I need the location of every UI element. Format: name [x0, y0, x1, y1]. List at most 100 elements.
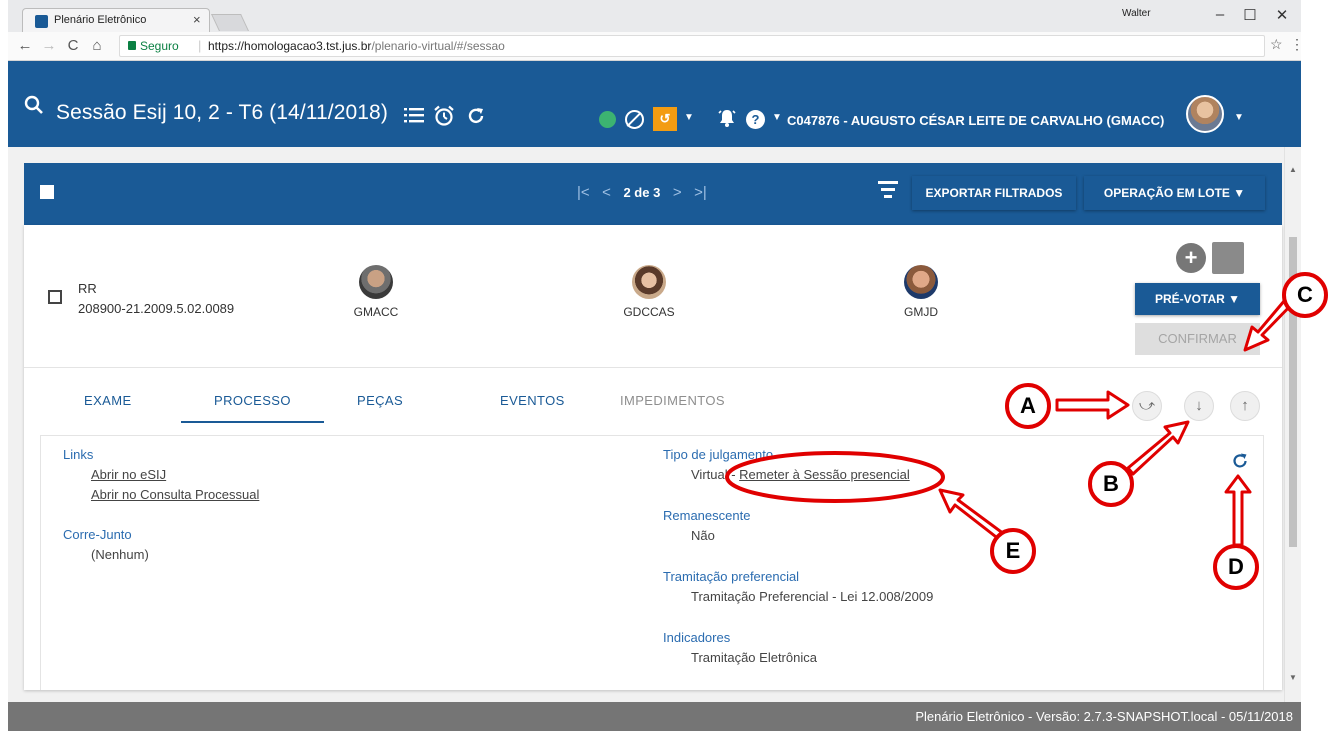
notification-bell-icon[interactable]	[718, 108, 736, 128]
scroll-up-arrow-icon[interactable]: ▲	[1289, 165, 1297, 174]
links-label: Links	[63, 447, 94, 462]
user-name[interactable]: C047876 - AUGUSTO CÉSAR LEITE DE CARVALH…	[787, 113, 1164, 128]
profile-name[interactable]: Walter	[1122, 8, 1151, 19]
judge-avatar	[904, 265, 938, 299]
process-number: 208900-21.2009.5.02.0089	[78, 301, 235, 316]
last-page-icon[interactable]: >|	[694, 184, 707, 201]
process-class: RR	[78, 281, 97, 296]
page-indicator: 2 de 3	[623, 185, 661, 200]
close-window-button[interactable]: ✕	[1272, 6, 1292, 24]
lock-icon	[128, 41, 136, 50]
session-title: Sessão Esij 10, 2 - T6 (14/11/2018)	[56, 101, 388, 124]
judge-code: GMACC	[353, 305, 399, 319]
tramitacao-value: Tramitação Preferencial - Lei 12.008/200…	[691, 589, 934, 604]
annotation-d: D	[1213, 544, 1259, 590]
indicadores-label: Indicadores	[663, 630, 731, 645]
search-icon[interactable]	[24, 95, 44, 115]
tab-impedimentos[interactable]: IMPEDIMENTOS	[620, 393, 725, 408]
open-esij-link[interactable]: Abrir no eSIJ	[91, 467, 166, 482]
color-marker-button[interactable]	[1212, 242, 1244, 274]
add-icon[interactable]: +	[1176, 243, 1206, 273]
first-page-icon[interactable]: |<	[577, 184, 590, 201]
pre-vote-button[interactable]: PRÉ-VOTAR ▼	[1135, 283, 1260, 315]
browser-titlebar: Plenário Eletrônico × Walter – ☐ ✕	[8, 0, 1301, 32]
tab-processo[interactable]: PROCESSO	[214, 393, 291, 408]
scroll-down-arrow-icon[interactable]: ▼	[1289, 673, 1297, 682]
bookmark-star-icon[interactable]: ☆	[1270, 36, 1283, 53]
corre-junto-label: Corre-Junto	[63, 527, 132, 542]
home-icon[interactable]: ⌂	[88, 37, 106, 54]
judge-code: GDCCAS	[623, 305, 675, 319]
reload-icon[interactable]: C	[64, 37, 82, 54]
vertical-scrollbar[interactable]: ▲ ▼	[1284, 147, 1301, 702]
tipo-julgamento-label: Tipo de julgamento	[663, 447, 774, 462]
process-card: RR 208900-21.2009.5.02.0089 GMACC GDCCAS…	[24, 225, 1282, 690]
skip-forward-icon[interactable]: ⤻	[1132, 391, 1162, 421]
refresh-details-icon[interactable]	[1231, 452, 1249, 470]
indicadores-value: Tramitação Eletrônica	[691, 650, 817, 665]
app-header: Sessão Esij 10, 2 - T6 (14/11/2018) ↺ ▼ …	[8, 61, 1301, 147]
judge-avatar	[632, 265, 666, 299]
block-icon[interactable]	[625, 110, 644, 129]
tab-eventos[interactable]: EVENTOS	[500, 393, 565, 408]
app-favicon-icon	[35, 15, 48, 28]
export-filtered-button[interactable]: EXPORTAR FILTRADOS	[912, 176, 1076, 210]
active-tab-indicator	[181, 421, 324, 423]
arrow-up-icon[interactable]: ↑	[1230, 391, 1260, 421]
minimize-button[interactable]: –	[1210, 6, 1230, 23]
help-dropdown-icon[interactable]: ▼	[772, 112, 782, 123]
sync-icon[interactable]: ↺	[653, 107, 677, 131]
pager: |< < 2 de 3 > >|	[577, 184, 707, 201]
alarm-clock-icon[interactable]	[433, 105, 455, 127]
process-checkbox[interactable]	[48, 290, 62, 304]
forward-icon[interactable]: →	[40, 37, 58, 54]
annotation-b: B	[1088, 461, 1134, 507]
remanescente-value: Não	[691, 528, 715, 543]
select-all-checkbox[interactable]	[40, 185, 54, 199]
judge-avatar	[359, 265, 393, 299]
divider	[24, 367, 1282, 368]
annotation-a: A	[1005, 383, 1051, 429]
list-icon[interactable]	[404, 106, 424, 124]
batch-operation-button[interactable]: OPERAÇÃO EM LOTE ▼	[1084, 176, 1265, 210]
browser-tab[interactable]: Plenário Eletrônico ×	[22, 8, 210, 32]
tab-title: Plenário Eletrônico	[54, 14, 147, 26]
process-details-panel: Links Abrir no eSIJ Abrir no Consulta Pr…	[40, 435, 1264, 690]
maximize-button[interactable]: ☐	[1240, 6, 1260, 24]
list-toolbar: |< < 2 de 3 > >| EXPORTAR FILTRADOS OPER…	[24, 163, 1282, 225]
remanescente-label: Remanescente	[663, 508, 751, 523]
url-input[interactable]: Seguro | https://homologacao3.tst.jus.br…	[119, 35, 1265, 57]
arrow-down-icon[interactable]: ↓	[1184, 391, 1214, 421]
corre-junto-value: (Nenhum)	[91, 547, 149, 562]
help-icon[interactable]: ?	[746, 110, 765, 129]
tramitacao-label: Tramitação preferencial	[663, 569, 800, 584]
footer-version: Plenário Eletrônico - Versão: 2.7.3-SNAP…	[8, 702, 1301, 731]
tipo-julgamento-value: Virtual - Remeter à Sessão presencial	[691, 467, 910, 482]
user-avatar[interactable]	[1186, 95, 1224, 133]
open-consulta-link[interactable]: Abrir no Consulta Processual	[91, 487, 259, 502]
url-text: https://homologacao3.tst.jus.br/plenario…	[208, 39, 505, 53]
annotation-c: C	[1282, 272, 1328, 318]
judge-gmacc[interactable]: GMACC	[336, 265, 416, 319]
secure-label: Seguro	[140, 39, 179, 53]
filter-icon[interactable]	[878, 181, 898, 202]
annotation-e: E	[990, 528, 1036, 574]
session-status-icon	[599, 111, 616, 128]
judge-code: GMJD	[904, 305, 938, 319]
tab-pecas[interactable]: PEÇAS	[357, 393, 403, 408]
sync-dropdown-icon[interactable]: ▼	[684, 112, 694, 123]
address-bar: ← → C ⌂ Seguro | https://homologacao3.ts…	[8, 32, 1304, 61]
remeter-sessao-presencial-link[interactable]: Remeter à Sessão presencial	[739, 467, 910, 482]
refresh-icon[interactable]	[466, 106, 486, 126]
user-menu-dropdown-icon[interactable]: ▼	[1234, 112, 1244, 123]
judge-gdccas[interactable]: GDCCAS	[609, 265, 689, 319]
tab-exame[interactable]: EXAME	[84, 393, 132, 408]
judge-gmjd[interactable]: GMJD	[881, 265, 961, 319]
prev-page-icon[interactable]: <	[602, 184, 611, 201]
browser-menu-icon[interactable]: ⋮	[1290, 36, 1304, 53]
tab-close-icon[interactable]: ×	[193, 12, 201, 27]
next-page-icon[interactable]: >	[673, 184, 682, 201]
confirm-button[interactable]: CONFIRMAR	[1135, 323, 1260, 355]
back-icon[interactable]: ←	[16, 37, 34, 54]
new-tab-button[interactable]	[211, 14, 249, 31]
